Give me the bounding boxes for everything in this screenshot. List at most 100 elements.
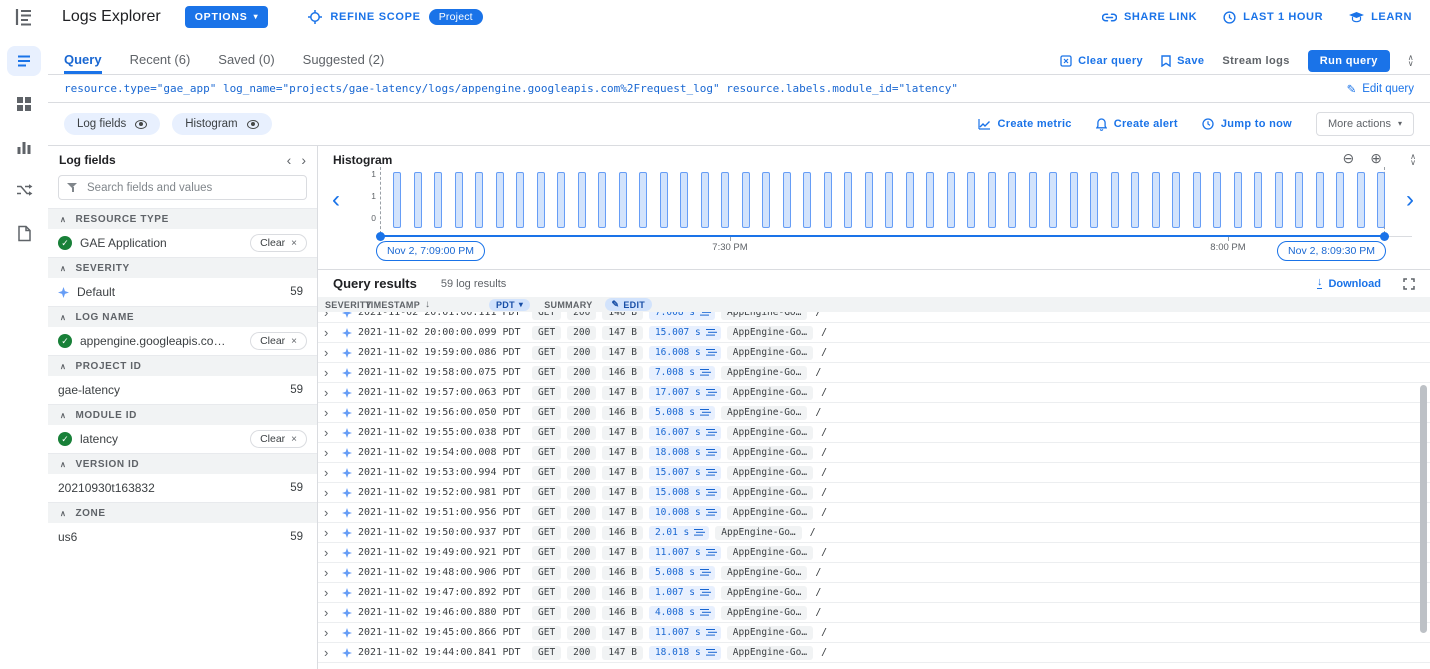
histogram-bar[interactable]	[1152, 172, 1160, 228]
expand-chevron-icon[interactable]: ›	[324, 426, 336, 439]
expand-chevron-icon[interactable]: ›	[324, 486, 336, 499]
table-row[interactable]: › 2021-11-02 19:45:00.866 PDT GET 200 14…	[318, 623, 1430, 643]
histogram-bar[interactable]	[475, 172, 483, 228]
histogram-bar[interactable]	[1111, 172, 1119, 228]
histogram-bar[interactable]	[1357, 172, 1365, 228]
histogram-bar[interactable]	[639, 172, 647, 228]
table-row[interactable]: › 2021-11-02 19:47:00.892 PDT GET 200 14…	[318, 583, 1430, 603]
histogram-bar[interactable]	[1336, 172, 1344, 228]
expand-chevron-icon[interactable]: ›	[324, 606, 336, 619]
histogram-bar[interactable]	[1316, 172, 1324, 228]
zoom-out-icon[interactable]: ⊖	[1343, 150, 1355, 167]
field-item[interactable]: Default 59	[48, 278, 317, 306]
histogram-bar[interactable]	[1234, 172, 1242, 228]
download-button[interactable]: ↓ Download	[1317, 278, 1381, 290]
table-row[interactable]: › 2021-11-02 20:00:00.099 PDT GET 200 14…	[318, 323, 1430, 343]
range-end-chip[interactable]: Nov 2, 8:09:30 PM	[1277, 241, 1386, 261]
table-row[interactable]: › 2021-11-02 19:59:00.086 PDT GET 200 14…	[318, 343, 1430, 363]
histogram-pan-left-button[interactable]: ‹	[332, 188, 340, 212]
histogram-bar[interactable]	[926, 172, 934, 228]
histogram-toggle-chip[interactable]: Histogram	[172, 113, 271, 135]
cloud-logging-logo[interactable]	[0, 6, 48, 28]
learn-button[interactable]: LEARN	[1349, 11, 1412, 23]
expand-chevron-icon[interactable]: ›	[324, 566, 336, 579]
fullscreen-icon[interactable]	[1403, 278, 1415, 290]
histogram-bar[interactable]	[1275, 172, 1283, 228]
rail-item-logs-explorer[interactable]	[7, 46, 41, 76]
share-link-button[interactable]: SHARE LINK	[1102, 11, 1197, 23]
results-rows-viewport[interactable]: › 2021-11-02 20:01:00.111 PDT GET 200 14…	[318, 312, 1430, 669]
create-metric-button[interactable]: Create metric	[978, 118, 1072, 130]
field-item[interactable]: GAE Application Clear ×	[48, 229, 317, 257]
zoom-in-icon[interactable]: ⊕	[1370, 150, 1382, 167]
histogram-bar[interactable]	[1008, 172, 1016, 228]
expand-chevron-icon[interactable]: ›	[324, 526, 336, 539]
expand-chevron-icon[interactable]: ›	[324, 386, 336, 399]
histogram-bar[interactable]	[701, 172, 709, 228]
expand-chevron-icon[interactable]: ›	[324, 346, 336, 359]
rail-item-router[interactable]	[7, 175, 41, 205]
field-section-header[interactable]: ∧ LOG NAME	[48, 306, 317, 327]
run-query-button[interactable]: Run query	[1308, 50, 1390, 72]
histogram-bar[interactable]	[947, 172, 955, 228]
tab-suggested[interactable]: Suggested (2)	[303, 47, 385, 74]
column-timestamp[interactable]: TIMESTAMP ↓	[365, 299, 489, 310]
histogram-bar[interactable]	[906, 172, 914, 228]
table-row[interactable]: › 2021-11-02 19:52:00.981 PDT GET 200 14…	[318, 483, 1430, 503]
histogram-bar[interactable]	[762, 172, 770, 228]
table-row[interactable]: › 2021-11-02 19:55:00.038 PDT GET 200 14…	[318, 423, 1430, 443]
histogram-bar[interactable]	[721, 172, 729, 228]
field-item[interactable]: latency Clear ×	[48, 425, 317, 453]
query-text[interactable]: resource.type="gae_app" log_name="projec…	[64, 82, 958, 95]
histogram-bar[interactable]	[537, 172, 545, 228]
histogram-bar[interactable]	[1213, 172, 1221, 228]
create-alert-button[interactable]: Create alert	[1096, 118, 1178, 131]
clear-filter-button[interactable]: Clear ×	[250, 332, 307, 350]
options-button[interactable]: OPTIONS ▾	[185, 6, 269, 28]
edit-summary-chip[interactable]: ✎ EDIT	[605, 298, 653, 311]
histogram-bar[interactable]	[619, 172, 627, 228]
histogram-bar[interactable]	[742, 172, 750, 228]
stream-logs-button[interactable]: Stream logs	[1222, 55, 1289, 67]
selected-range-line[interactable]	[380, 235, 1385, 237]
sort-descending-icon[interactable]: ↓	[425, 299, 430, 310]
field-section-header[interactable]: ∧ VERSION ID	[48, 453, 317, 474]
table-row[interactable]: › 2021-11-02 19:48:00.906 PDT GET 200 14…	[318, 563, 1430, 583]
table-row[interactable]: › 2021-11-02 19:57:00.063 PDT GET 200 14…	[318, 383, 1430, 403]
histogram-bar[interactable]	[1090, 172, 1098, 228]
results-scrollbar[interactable]	[1420, 385, 1427, 633]
histogram-bar[interactable]	[1254, 172, 1262, 228]
histogram-bar[interactable]	[885, 172, 893, 228]
more-actions-button[interactable]: More actions ▾	[1316, 112, 1414, 136]
field-item[interactable]: appengine.googleapis.com/requ… Clear ×	[48, 327, 317, 355]
collapse-query-pane-control[interactable]: ∧∨	[1408, 55, 1414, 67]
table-row[interactable]: › 2021-11-02 20:01:00.111 PDT GET 200 14…	[318, 312, 1430, 323]
histogram-bar[interactable]	[455, 172, 463, 228]
expand-chevron-icon[interactable]: ›	[324, 646, 336, 659]
save-button[interactable]: Save	[1161, 55, 1204, 67]
expand-chevron-icon[interactable]: ›	[324, 326, 336, 339]
table-row[interactable]: › 2021-11-02 19:46:00.880 PDT GET 200 14…	[318, 603, 1430, 623]
tab-recent[interactable]: Recent (6)	[130, 47, 191, 74]
timezone-chip[interactable]: PDT ▾	[489, 299, 530, 311]
field-section-header[interactable]: ∧ RESOURCE TYPE	[48, 208, 317, 229]
fields-search-input[interactable]	[58, 175, 307, 200]
expand-chevron-icon[interactable]: ›	[324, 586, 336, 599]
histogram-bar[interactable]	[1377, 172, 1385, 228]
histogram-bar[interactable]	[967, 172, 975, 228]
histogram-bar[interactable]	[803, 172, 811, 228]
table-row[interactable]: › 2021-11-02 19:44:00.841 PDT GET 200 14…	[318, 643, 1430, 663]
histogram-bar[interactable]	[1070, 172, 1078, 228]
expand-chevron-icon[interactable]: ›	[324, 446, 336, 459]
expand-chevron-icon[interactable]: ›	[324, 506, 336, 519]
histogram-bar[interactable]	[988, 172, 996, 228]
refine-scope-button[interactable]: REFINE SCOPE Project	[308, 9, 482, 25]
expand-chevron-icon[interactable]: ›	[324, 406, 336, 419]
expand-chevron-icon[interactable]: ›	[324, 366, 336, 379]
time-range-button[interactable]: LAST 1 HOUR	[1223, 11, 1323, 24]
field-section-header[interactable]: ∧ SEVERITY	[48, 257, 317, 278]
histogram-bar[interactable]	[434, 172, 442, 228]
expand-chevron-icon[interactable]: ›	[324, 546, 336, 559]
expand-chevron-icon[interactable]: ›	[324, 312, 336, 319]
field-section-header[interactable]: ∧ ZONE	[48, 502, 317, 523]
